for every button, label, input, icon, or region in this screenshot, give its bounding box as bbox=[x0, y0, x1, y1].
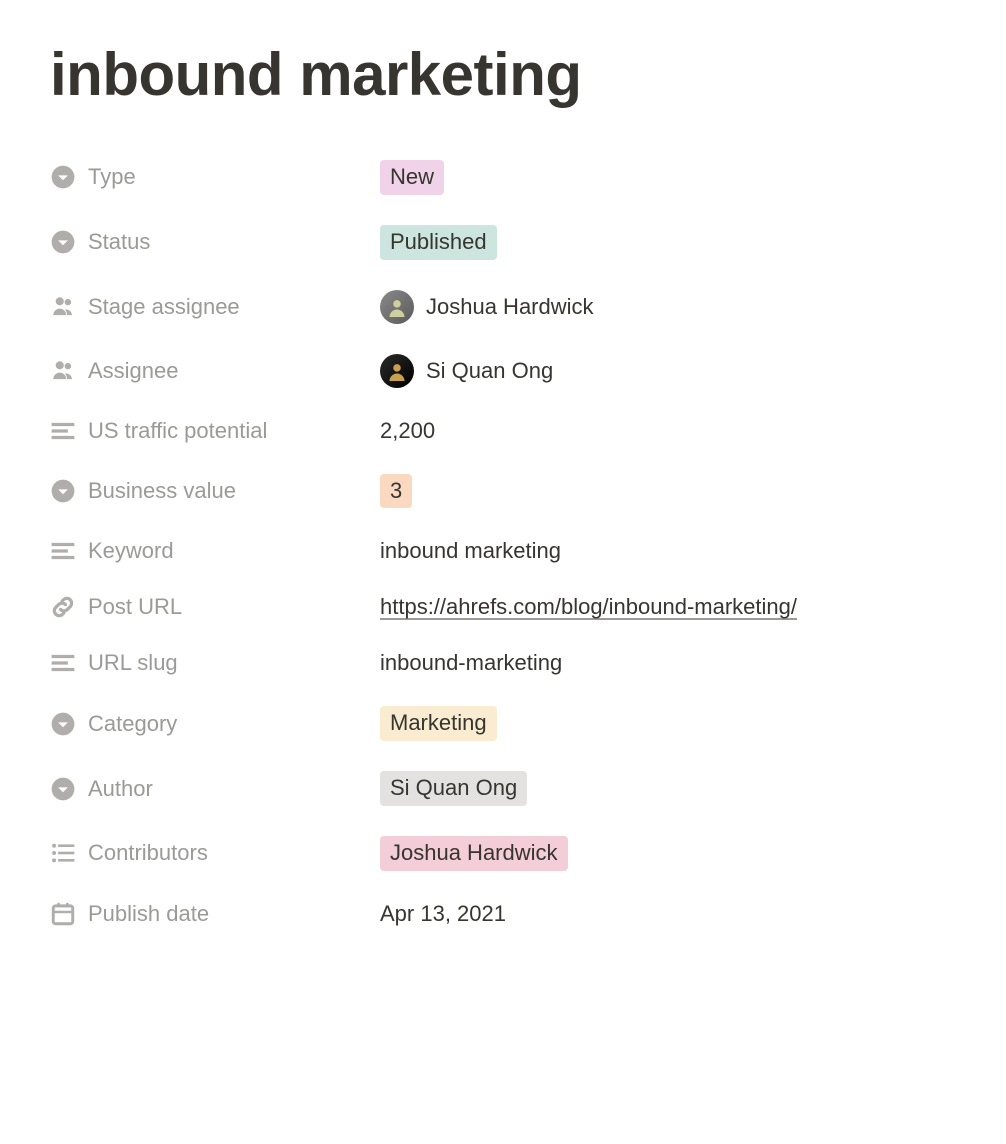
property-value-status[interactable]: Published bbox=[380, 225, 497, 260]
person-name: Si Quan Ong bbox=[426, 358, 553, 384]
select-icon bbox=[50, 776, 76, 802]
property-value-post-url[interactable]: https://ahrefs.com/blog/inbound-marketin… bbox=[380, 594, 797, 620]
property-label: Keyword bbox=[50, 538, 380, 564]
property-row-url-slug[interactable]: URL slug inbound-marketing bbox=[50, 635, 956, 691]
text-icon bbox=[50, 538, 76, 564]
tag-business-value: 3 bbox=[380, 474, 412, 509]
property-label: Contributors bbox=[50, 840, 380, 866]
avatar bbox=[380, 290, 414, 324]
property-label-text: Business value bbox=[88, 478, 236, 504]
select-icon bbox=[50, 711, 76, 737]
link-icon bbox=[50, 594, 76, 620]
property-value-type[interactable]: New bbox=[380, 160, 444, 195]
page-title[interactable]: inbound marketing bbox=[50, 40, 956, 109]
property-label-text: Assignee bbox=[88, 358, 179, 384]
property-label: Stage assignee bbox=[50, 294, 380, 320]
property-value-author[interactable]: Si Quan Ong bbox=[380, 771, 527, 806]
tag-author: Si Quan Ong bbox=[380, 771, 527, 806]
property-label: Category bbox=[50, 711, 380, 737]
property-value-assignee[interactable]: Si Quan Ong bbox=[380, 354, 553, 388]
text-icon bbox=[50, 650, 76, 676]
property-label: US traffic potential bbox=[50, 418, 380, 444]
property-value-url-slug[interactable]: inbound-marketing bbox=[380, 650, 562, 676]
select-icon bbox=[50, 164, 76, 190]
property-row-contributors[interactable]: Contributors Joshua Hardwick bbox=[50, 821, 956, 886]
property-label-text: Publish date bbox=[88, 901, 209, 927]
calendar-icon bbox=[50, 901, 76, 927]
property-label-text: Stage assignee bbox=[88, 294, 240, 320]
property-label: Publish date bbox=[50, 901, 380, 927]
property-row-assignee[interactable]: Assignee Si Quan Ong bbox=[50, 339, 956, 403]
property-row-us-traffic-potential[interactable]: US traffic potential 2,200 bbox=[50, 403, 956, 459]
property-row-post-url[interactable]: Post URL https://ahrefs.com/blog/inbound… bbox=[50, 579, 956, 635]
people-icon bbox=[50, 358, 76, 384]
property-value-contributors[interactable]: Joshua Hardwick bbox=[380, 836, 568, 871]
people-icon bbox=[50, 294, 76, 320]
property-value-business-value[interactable]: 3 bbox=[380, 474, 412, 509]
url-link[interactable]: https://ahrefs.com/blog/inbound-marketin… bbox=[380, 594, 797, 620]
property-label-text: Author bbox=[88, 776, 153, 802]
property-row-publish-date[interactable]: Publish date Apr 13, 2021 bbox=[50, 886, 956, 942]
property-row-keyword[interactable]: Keyword inbound marketing bbox=[50, 523, 956, 579]
property-row-category[interactable]: Category Marketing bbox=[50, 691, 956, 756]
property-label-text: Post URL bbox=[88, 594, 182, 620]
property-label: Business value bbox=[50, 478, 380, 504]
select-icon bbox=[50, 229, 76, 255]
multi-select-icon bbox=[50, 840, 76, 866]
property-label: URL slug bbox=[50, 650, 380, 676]
property-label-text: Contributors bbox=[88, 840, 208, 866]
select-icon bbox=[50, 478, 76, 504]
property-label-text: Type bbox=[88, 164, 136, 190]
property-row-stage-assignee[interactable]: Stage assignee Joshua Hardwick bbox=[50, 275, 956, 339]
property-row-author[interactable]: Author Si Quan Ong bbox=[50, 756, 956, 821]
property-row-business-value[interactable]: Business value 3 bbox=[50, 459, 956, 524]
property-label: Post URL bbox=[50, 594, 380, 620]
text-icon bbox=[50, 418, 76, 444]
property-label: Author bbox=[50, 776, 380, 802]
tag-contributor: Joshua Hardwick bbox=[380, 836, 568, 871]
property-label-text: Category bbox=[88, 711, 177, 737]
property-value-us-traffic-potential[interactable]: 2,200 bbox=[380, 418, 435, 444]
property-label: Assignee bbox=[50, 358, 380, 384]
property-label-text: Status bbox=[88, 229, 150, 255]
property-row-status[interactable]: Status Published bbox=[50, 210, 956, 275]
avatar bbox=[380, 354, 414, 388]
property-label: Status bbox=[50, 229, 380, 255]
tag-status: Published bbox=[380, 225, 497, 260]
property-label-text: US traffic potential bbox=[88, 418, 267, 444]
property-label-text: Keyword bbox=[88, 538, 174, 564]
property-row-type[interactable]: Type New bbox=[50, 145, 956, 210]
property-value-publish-date[interactable]: Apr 13, 2021 bbox=[380, 901, 506, 927]
property-value-stage-assignee[interactable]: Joshua Hardwick bbox=[380, 290, 594, 324]
property-value-category[interactable]: Marketing bbox=[380, 706, 497, 741]
property-label: Type bbox=[50, 164, 380, 190]
tag-category: Marketing bbox=[380, 706, 497, 741]
property-label-text: URL slug bbox=[88, 650, 178, 676]
person-name: Joshua Hardwick bbox=[426, 294, 594, 320]
property-value-keyword[interactable]: inbound marketing bbox=[380, 538, 561, 564]
tag-type: New bbox=[380, 160, 444, 195]
